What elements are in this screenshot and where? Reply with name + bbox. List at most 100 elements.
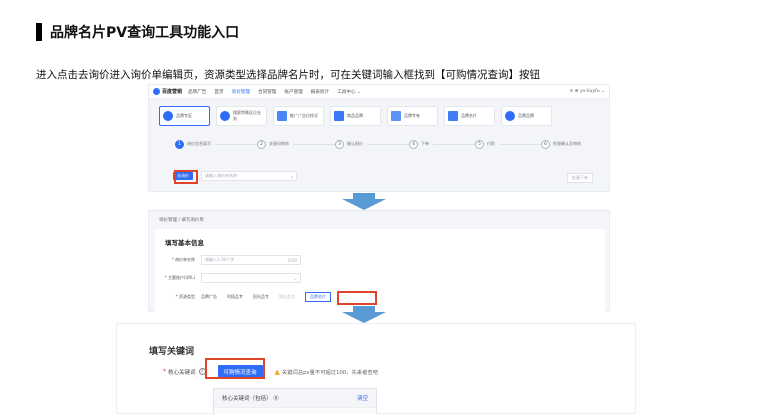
title-bar (36, 23, 42, 41)
keyword-table: 核心关键词（包括） ⓪ 清空 (213, 388, 377, 414)
card-label: 品牌专有 (404, 113, 420, 118)
table-header-label: 核心关键词（包括） ⓪ (222, 394, 279, 402)
help-icon[interactable]: ⓪ (273, 396, 279, 402)
breadcrumb: 询价管理 / 填写询价单 (159, 218, 204, 223)
logo-icon (153, 88, 160, 95)
resource-card[interactable]: 品牌专有 (387, 106, 438, 126)
form-row-type: * 资源类型 品牌广告 时段品专 阳光品专 知识品专 品牌名片 (159, 292, 331, 302)
step-number: 6 (541, 139, 550, 149)
card-icon (163, 111, 173, 121)
batch-order-button[interactable]: 批量下单 (567, 173, 593, 183)
card-icon (220, 111, 230, 121)
resource-cards: 品牌专区 搜索特殊区位业务 推广广告位样式 商品品牌 品牌专有 品牌名片 品牌品… (159, 106, 552, 126)
top-nav: 百度营销 品牌广告 首页 询价管理 合同管理 账户管理 报表统计 工具中心 ⌄ … (149, 85, 609, 99)
card-icon (391, 111, 401, 121)
inquiry-name-input[interactable]: 请输入1-30个字 0/30 (201, 255, 301, 265)
card-label: 搜索特殊区位业务 (233, 110, 261, 121)
form-panel: 填写基本信息 * 询价单名称 请输入1-30个字 0/30 * 主题账户(URL… (155, 229, 605, 313)
form-row-account: * 主题账户(URL) ⌄ (159, 273, 301, 283)
nav-item[interactable]: 首页 (214, 89, 223, 95)
step-number: 1 (175, 139, 184, 149)
card-icon (448, 111, 458, 121)
nav-item[interactable]: 账户管理 (284, 89, 302, 95)
highlight-box (205, 358, 265, 379)
required-mark: * (163, 368, 166, 375)
card-icon (334, 111, 344, 121)
card-label: 品牌专区 (176, 113, 192, 118)
resource-card[interactable]: 推广广告位样式 (273, 106, 324, 126)
resource-card[interactable]: 品牌专区 (159, 106, 210, 126)
step-label: 询价信息填写 (187, 141, 211, 146)
step-label: 下单 (421, 141, 429, 146)
account-select[interactable]: ⌄ (201, 273, 301, 283)
nav-item[interactable]: 品牌广告 (188, 89, 206, 95)
type-option[interactable]: 品牌广告 (201, 294, 217, 300)
logo: 百度营销 (153, 88, 182, 95)
nav-item-active[interactable]: 询价管理 (232, 89, 250, 95)
resource-card[interactable]: 商品品牌 (330, 106, 381, 126)
step: 4 下单 (409, 139, 433, 149)
table-header-text: 核心关键词（包括） (222, 396, 272, 402)
keyword-row: * 核心关键词 ? 可购情况查询 ▲ 关键词总pv量不可超过100，先来者查吧 (163, 365, 378, 378)
type-option[interactable]: 知识品专 (279, 294, 295, 300)
step-number: 2 (257, 139, 266, 149)
step-label: 确认报价 (347, 141, 363, 146)
card-icon (505, 111, 515, 121)
field-label: * 资源类型 (175, 294, 195, 299)
chevron-down-icon: ⌄ (293, 275, 297, 281)
nav-item[interactable]: 合同管理 (258, 89, 276, 95)
title-text: 品牌名片PV查询工具功能入口 (50, 25, 240, 41)
highlight-box (174, 170, 198, 184)
warning-icon: ▲ (274, 367, 280, 376)
search-icon: ⌕ (290, 173, 293, 179)
step-label: 投放确认及审核 (553, 141, 581, 146)
type-option[interactable]: 时段品专 (227, 294, 243, 300)
step-label: 关键词审核 (269, 141, 289, 146)
form-row-name: * 询价单名称 请输入1-30个字 0/30 (159, 255, 301, 265)
type-option[interactable]: 阳光品专 (253, 294, 269, 300)
search-placeholder: 请输入询价单名称 (205, 173, 237, 178)
highlight-box (337, 291, 377, 305)
screenshot-inquiry-list: 百度营销 品牌广告 首页 询价管理 合同管理 账户管理 报表统计 工具中心 ⌄ … (148, 84, 610, 192)
keyword-table-header: 核心关键词（包括） ⓪ 清空 (214, 389, 376, 408)
keyword-label: 核心关键词 (168, 369, 196, 376)
user-menu[interactable]: ⊙ ⊕ yv-liuyfu ⌄ (569, 89, 605, 94)
resource-card[interactable]: 品牌品牌 (501, 106, 552, 126)
step-number: 4 (409, 139, 418, 149)
input-placeholder: 请输入1-30个字 (205, 257, 235, 262)
resource-card[interactable]: 品牌名片 (444, 106, 495, 126)
down-arrow-icon (342, 193, 386, 210)
card-label: 品牌名片 (461, 113, 477, 118)
inquiry-search-input[interactable]: 请输入询价单名称 ⌕ (201, 171, 297, 181)
step: 6 投放确认及审核 (541, 139, 585, 149)
field-label: * 询价单名称 (171, 257, 195, 262)
doc-title: 品牌名片PV查询工具功能入口 (36, 22, 239, 42)
step: 1 询价信息填写 (175, 139, 215, 149)
card-label: 推广广告位样式 (290, 113, 318, 118)
screenshot-inquiry-form: 询价管理 / 填写询价单 填写基本信息 * 询价单名称 请输入1-30个字 0/… (148, 210, 610, 313)
input-count: 0/30 (288, 257, 297, 263)
step-label: 付款 (487, 141, 495, 146)
card-label: 品牌品牌 (518, 113, 534, 118)
card-label: 商品品牌 (347, 113, 363, 118)
down-arrow-icon (342, 306, 386, 323)
type-option-selected[interactable]: 品牌名片 (305, 292, 331, 302)
logo-text: 百度营销 (162, 89, 183, 95)
clear-button[interactable]: 清空 (357, 394, 368, 402)
card-icon (277, 111, 287, 121)
description: 进入点击去询价进入询价单编辑页，资源类型选择品牌名片时，可在关键词输入框找到【可… (36, 69, 540, 81)
step: 3 确认报价 (335, 139, 367, 149)
section-title: 填写关键词 (149, 347, 195, 357)
hint-text: 关键词总pv量不可超过100，先来者查吧 (281, 369, 378, 376)
field-label: * 主题账户(URL) (164, 275, 195, 280)
progress-steps: 1 询价信息填写 2 关键词审核 3 确认报价 4 下单 5 付款 6 投放确认及审核 (175, 138, 585, 150)
resource-card[interactable]: 搜索特殊区位业务 (216, 106, 267, 126)
step: 5 付款 (475, 139, 499, 149)
step-number: 5 (475, 139, 484, 149)
screenshot-keyword-form: 填写关键词 * 核心关键词 ? 可购情况查询 ▲ 关键词总pv量不可超过100，… (116, 323, 636, 414)
nav-item[interactable]: 工具中心 ⌄ (337, 89, 361, 95)
step: 2 关键词审核 (257, 139, 293, 149)
step-number: 3 (335, 139, 344, 149)
panel-title: 填写基本信息 (165, 239, 204, 247)
nav-item[interactable]: 报表统计 (311, 89, 329, 95)
